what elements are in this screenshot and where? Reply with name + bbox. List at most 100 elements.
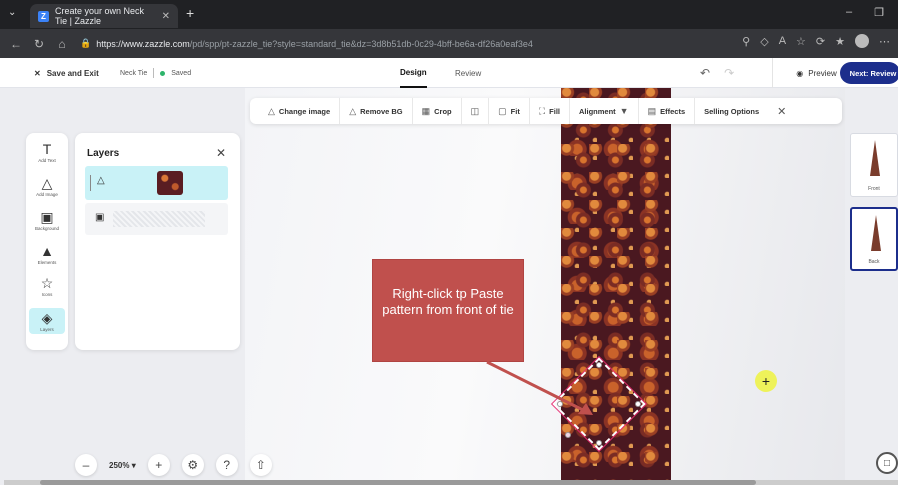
delete-button[interactable]: ◫ <box>460 98 489 124</box>
redo-icon[interactable]: ↷ <box>724 66 734 80</box>
rail-label: Add Image <box>36 192 58 197</box>
new-tab-icon[interactable]: + <box>186 5 194 21</box>
fit-button[interactable]: ▢ Fit <box>488 98 529 124</box>
read-aloud-icon[interactable]: A <box>779 35 786 47</box>
layer-background[interactable]: ▣ <box>85 203 228 235</box>
resize-handle[interactable] <box>635 401 641 407</box>
chat-icon[interactable]: □ <box>876 452 898 474</box>
remove-bg-icon: △ <box>349 105 357 116</box>
selling-options-label: Selling Options <box>704 106 760 116</box>
drag-handle[interactable] <box>90 175 91 191</box>
browser-chrome: ⌄ Z Create your own Neck Tie | Zazzle ✕ … <box>0 0 898 58</box>
undo-redo: ↶ ↷ <box>700 58 734 88</box>
view-front[interactable]: Front <box>850 133 898 197</box>
rail-item-background[interactable]: ▣ Background <box>29 209 65 231</box>
close-icon: ✕ <box>777 105 787 118</box>
zoom-level[interactable]: 250% ▾ <box>109 461 136 470</box>
background-layer-icon: ▣ <box>95 212 105 223</box>
rail-item-elements[interactable]: ▲ Elements <box>29 243 65 265</box>
home-icon[interactable]: ⌂ <box>55 37 69 51</box>
rail-item-layers[interactable]: ◈ Layers <box>29 308 65 334</box>
layers-title: Layers <box>87 148 120 159</box>
view-back[interactable]: Back <box>850 207 898 271</box>
layer-thumbnail <box>157 171 183 195</box>
background-icon: ▣ <box>40 209 54 225</box>
product-breadcrumb: Neck Tie Saved <box>120 58 191 88</box>
design-canvas[interactable] <box>245 88 845 480</box>
address-bar[interactable]: 🔒 https://www.zazzle.com/pd/spp/pt-zazzl… <box>80 34 720 53</box>
reload-icon[interactable]: ↻ <box>32 37 46 51</box>
close-tab-icon[interactable]: ✕ <box>162 11 170 22</box>
toolbar-close-button[interactable]: ✕ <box>768 98 795 124</box>
tab-review[interactable]: Review <box>455 58 481 88</box>
view-label: Back <box>868 259 880 265</box>
zoom-value: 250% <box>109 460 130 470</box>
crop-label: Crop <box>434 106 452 116</box>
zoom-in-button[interactable]: + <box>147 454 170 476</box>
browser-toolbar-icons: ⚲ ◇ A ☆ ⟳ ★ ⋯ <box>742 34 890 48</box>
selling-options-button[interactable]: Selling Options <box>694 98 768 124</box>
saved-status: Saved <box>171 69 192 77</box>
resize-handle[interactable] <box>557 401 563 407</box>
tab-menu-icon[interactable]: ⌄ <box>8 7 16 18</box>
effects-button[interactable]: ▤ Effects <box>637 98 695 124</box>
address-row: ← ↻ ⌂ 🔒 https://www.zazzle.com/pd/spp/pt… <box>0 29 898 58</box>
undo-icon[interactable]: ↶ <box>700 66 710 80</box>
fill-icon: ⛶ <box>538 105 546 116</box>
preview-label: Preview <box>808 68 837 78</box>
change-image-button[interactable]: △ Change image <box>250 98 339 124</box>
tab-design[interactable]: Design <box>400 58 427 88</box>
help-icon[interactable]: ? <box>215 454 238 476</box>
annotation-callout: Right-click tp Paste pattern from front … <box>372 259 524 362</box>
url-host: https://www.zazzle.com <box>96 38 190 49</box>
rail-label: Layers <box>40 327 54 332</box>
eye-icon: ◉ <box>796 68 804 78</box>
save-exit-button[interactable]: ✕ Save and Exit <box>34 58 99 88</box>
zoom-icon[interactable]: ⚲ <box>742 35 750 48</box>
layers-icon: ◈ <box>41 310 53 326</box>
maximize-icon[interactable]: ❐ <box>874 6 884 19</box>
refresh-icon[interactable]: ⟳ <box>816 35 825 48</box>
rail-item-add-text[interactable]: T Add Text <box>29 141 65 163</box>
alignment-dropdown[interactable]: Alignment ▼ <box>569 98 638 124</box>
fill-button[interactable]: ⛶ Fill <box>528 98 569 124</box>
save-exit-label: Save and Exit <box>46 68 99 78</box>
share-icon[interactable]: ⇧ <box>249 454 272 476</box>
crop-icon: ▦ <box>421 105 431 116</box>
rail-item-add-image[interactable]: △ Add Image <box>29 175 65 197</box>
browser-tab[interactable]: Z Create your own Neck Tie | Zazzle ✕ <box>30 4 178 28</box>
close-icon[interactable]: ✕ <box>216 146 226 160</box>
rotate-handle[interactable] <box>565 432 571 438</box>
resize-handle[interactable] <box>596 440 602 446</box>
alignment-label: Alignment <box>579 106 616 116</box>
favorite-icon[interactable]: ☆ <box>796 35 806 48</box>
minimize-icon[interactable]: – <box>846 6 852 19</box>
resize-handle[interactable] <box>596 362 602 368</box>
image-layer-icon: △ <box>97 175 105 186</box>
trash-icon: ◫ <box>470 105 480 116</box>
more-icon[interactable]: ⋯ <box>879 35 890 48</box>
zoom-out-button[interactable]: – <box>75 454 97 476</box>
scrollbar-thumb[interactable] <box>40 480 756 485</box>
next-review-button[interactable]: Next: Review <box>840 62 898 84</box>
tab-strip: ⌄ Z Create your own Neck Tie | Zazzle ✕ … <box>0 0 898 28</box>
collections-icon[interactable]: ★ <box>835 35 845 48</box>
back-icon[interactable]: ← <box>9 37 23 51</box>
rail-label: Add Text <box>38 158 56 163</box>
layer-image[interactable]: △ <box>85 166 228 200</box>
profile-avatar[interactable] <box>855 34 869 48</box>
zazzle-favicon-icon: Z <box>38 10 49 22</box>
extension-icon[interactable]: ◇ <box>760 35 768 48</box>
remove-bg-button[interactable]: △ Remove BG <box>339 98 411 124</box>
close-icon: ✕ <box>34 68 41 78</box>
tool-rail: T Add Text △ Add Image ▣ Background ▲ El… <box>26 133 68 350</box>
fit-icon: ▢ <box>498 105 507 116</box>
crop-button[interactable]: ▦ Crop <box>411 98 461 124</box>
rail-item-icons[interactable]: ☆ Icons <box>29 275 65 297</box>
settings-icon[interactable]: ⚙ <box>181 454 204 476</box>
rail-label: Background <box>34 226 60 231</box>
zoom-controls: – 250% ▾ + ⚙ ? ⇧ <box>75 452 272 478</box>
view-label: Front <box>868 186 880 192</box>
shapes-icon: ▲ <box>40 243 54 259</box>
plus-cursor-icon: + <box>755 370 777 392</box>
